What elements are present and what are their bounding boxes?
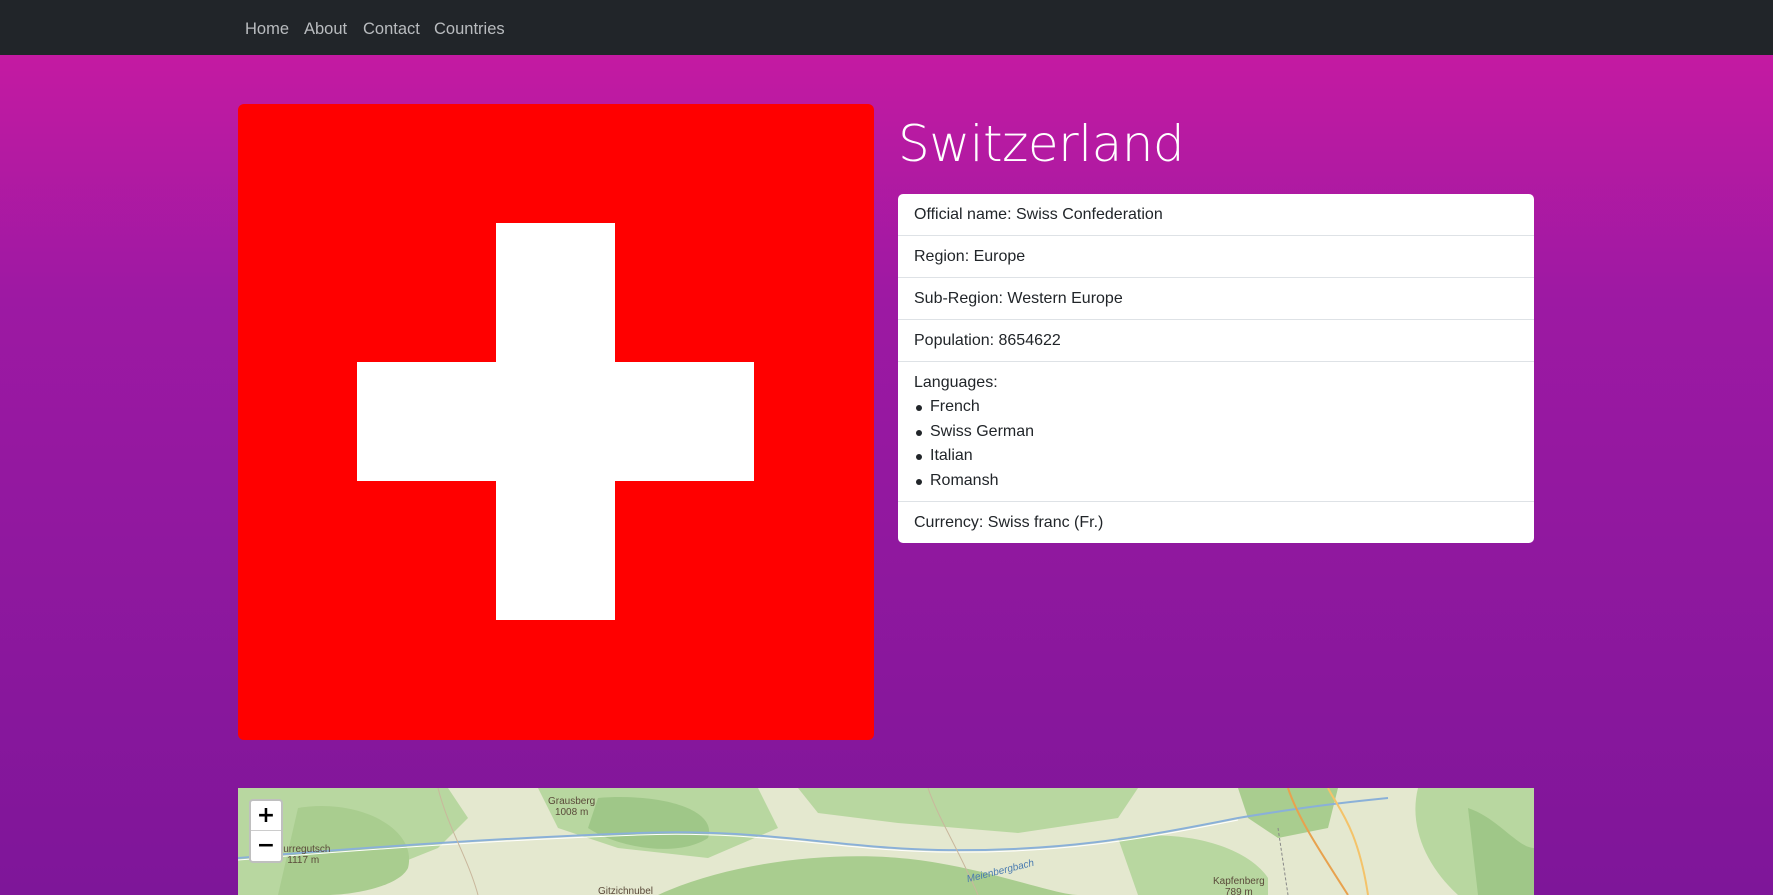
nav-link-countries[interactable]: Countries xyxy=(434,19,505,39)
nav-link-home[interactable]: Home xyxy=(245,19,289,39)
languages-item: Languages: French Swiss German Italian R… xyxy=(898,362,1534,502)
nav-link-about[interactable]: About xyxy=(304,19,347,39)
map-label-kapfenberg-name: Kapfenberg xyxy=(1213,876,1265,887)
language-list-item: Romansh xyxy=(914,469,1518,494)
official-name-item: Official name: Swiss Confederation xyxy=(898,194,1534,236)
zoom-out-button[interactable]: − xyxy=(251,831,281,861)
map-label-grausberg-name: Grausberg xyxy=(548,796,596,807)
language-list-item: Italian xyxy=(914,444,1518,469)
country-info-list: Official name: Swiss Confederation Regio… xyxy=(898,194,1534,543)
languages-label: Languages: xyxy=(914,374,998,391)
top-navbar: Home About Contact Countries xyxy=(0,0,1773,55)
population-item: Population: 8654622 xyxy=(898,320,1534,362)
map-label-durregutsch-name: Durregutsch xyxy=(276,844,331,855)
map-label-grausberg-elev: 1008 m xyxy=(554,807,589,818)
map-zoom-control: + − xyxy=(249,799,283,863)
country-map[interactable]: Grausberg 1008 m Durregutsch 1117 m Gitz… xyxy=(238,788,1534,895)
language-list-item: French xyxy=(914,395,1518,420)
map-label-durregutsch: Durregutsch 1117 m xyxy=(276,844,330,866)
flag-cross-horizontal xyxy=(357,362,754,481)
map-label-kapfenberg: Kapfenberg 789 m xyxy=(1213,876,1265,895)
map-label-gitzichnubel: Gitzichnubel xyxy=(598,886,654,895)
currency-item: Currency: Swiss franc (Fr.) xyxy=(914,514,1104,531)
language-list-item: Swiss German xyxy=(914,420,1518,445)
region-item: Region: Europe xyxy=(898,236,1534,278)
map-label-grausberg: Grausberg 1008 m xyxy=(548,796,595,818)
subregion-item: Sub-Region: Western Europe xyxy=(898,278,1534,320)
map-label-durregutsch-elev: 1117 m xyxy=(287,855,320,866)
nav-link-contact[interactable]: Contact xyxy=(363,19,420,39)
country-title: Switzerland xyxy=(898,115,1185,173)
languages-list: French Swiss German Italian Romansh xyxy=(914,395,1518,493)
map-label-kapfenberg-elev: 789 m xyxy=(1224,887,1253,895)
country-flag xyxy=(238,104,874,740)
zoom-in-button[interactable]: + xyxy=(251,801,281,831)
map-tiles xyxy=(238,788,1534,895)
